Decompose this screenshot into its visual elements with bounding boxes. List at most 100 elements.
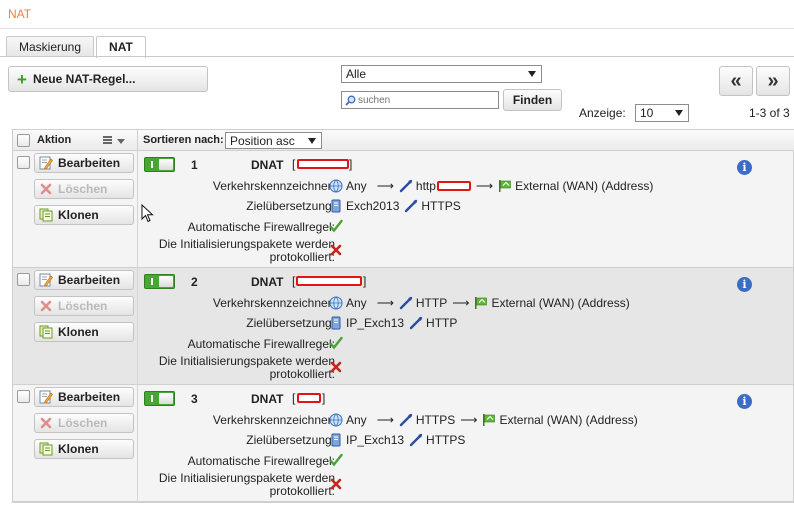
rule-type: DNAT bbox=[251, 158, 284, 172]
arrow-right-icon: ⟶ bbox=[452, 296, 470, 310]
plus-icon: + bbox=[17, 69, 27, 89]
info-icon[interactable]: i bbox=[737, 277, 752, 292]
previous-page-button[interactable]: « bbox=[719, 66, 753, 96]
flag-icon bbox=[499, 180, 511, 192]
target-value: IP_Exch13 HTTP bbox=[329, 315, 457, 331]
table-header: Aktion Sortieren nach: Position asc bbox=[13, 130, 794, 151]
flag-icon bbox=[475, 297, 488, 309]
edit-label: Bearbeiten bbox=[58, 390, 121, 404]
chevron-down-icon bbox=[528, 71, 536, 77]
traffic-label: Verkehrskennzeichner: bbox=[212, 413, 335, 427]
select-all-checkbox[interactable] bbox=[17, 134, 30, 147]
row-checkbox[interactable] bbox=[17, 390, 30, 403]
red-x-icon bbox=[330, 478, 342, 490]
info-icon[interactable]: i bbox=[737, 160, 752, 175]
globe-icon bbox=[329, 179, 343, 193]
flag-icon bbox=[483, 414, 496, 426]
table-row: Bearbeiten Löschen Klonen 3 DNAT [ ] Ver… bbox=[13, 385, 793, 502]
find-button[interactable]: Finden bbox=[503, 89, 562, 111]
target-host: Exch2013 bbox=[346, 199, 400, 213]
target-label: Zielübersetzung: bbox=[246, 316, 335, 330]
traffic-service: http bbox=[415, 179, 436, 193]
check-icon bbox=[329, 453, 343, 467]
target-host: IP_Exch13 bbox=[346, 316, 405, 330]
next-page-button[interactable]: » bbox=[756, 66, 790, 96]
row-checkbox[interactable] bbox=[17, 273, 30, 286]
new-nat-rule-button[interactable]: + Neue NAT-Regel... bbox=[8, 66, 208, 92]
page-size-label: Anzeige: bbox=[579, 106, 626, 120]
sort-label: Sortieren nach: bbox=[143, 134, 224, 146]
target-label: Zielübersetzung: bbox=[246, 433, 335, 447]
table-row: Bearbeiten Löschen Klonen 1 DNAT [ ] Ver… bbox=[13, 151, 793, 268]
info-icon[interactable]: i bbox=[737, 394, 752, 409]
traffic-service: HTTPS bbox=[415, 413, 456, 427]
arrow-right-icon: ⟶ bbox=[376, 179, 394, 193]
arrow-right-icon: ⟶ bbox=[460, 413, 478, 427]
redaction-mark bbox=[297, 393, 321, 403]
edit-button[interactable]: Bearbeiten bbox=[34, 387, 134, 407]
target-value: Exch2013 HTTPS bbox=[329, 198, 461, 214]
server-icon bbox=[331, 316, 341, 330]
chevron-down-icon bbox=[308, 137, 316, 144]
rule-type: DNAT bbox=[251, 275, 284, 289]
check-icon bbox=[329, 336, 343, 350]
title-divider bbox=[0, 28, 794, 29]
red-x-icon bbox=[330, 244, 342, 256]
row-checkbox[interactable] bbox=[17, 156, 30, 169]
pencil-icon bbox=[39, 273, 53, 287]
rule-number: 3 bbox=[191, 392, 198, 406]
target-value: IP_Exch13 HTTPS bbox=[329, 432, 465, 448]
rule-enabled-toggle[interactable] bbox=[144, 391, 175, 406]
page-title: NAT bbox=[8, 7, 32, 21]
pencil-icon bbox=[39, 156, 53, 170]
edit-label: Bearbeiten bbox=[58, 156, 121, 170]
clone-label: Klonen bbox=[58, 442, 99, 456]
redaction-mark bbox=[436, 181, 471, 191]
clone-label: Klonen bbox=[58, 208, 99, 222]
redaction-mark bbox=[296, 276, 362, 286]
rule-number: 2 bbox=[191, 275, 198, 289]
rule-enabled-toggle[interactable] bbox=[144, 157, 175, 172]
column-menu-icon[interactable] bbox=[103, 134, 127, 147]
delete-label: Löschen bbox=[58, 182, 108, 196]
tab-divider bbox=[0, 56, 794, 57]
plug-icon bbox=[399, 413, 413, 427]
plug-icon bbox=[405, 199, 418, 213]
table-row: Bearbeiten Löschen Klonen 2 DNAT [ ] Ver… bbox=[13, 268, 793, 385]
chevron-down-icon bbox=[675, 110, 683, 116]
x-icon bbox=[40, 183, 52, 195]
plug-icon bbox=[399, 296, 413, 310]
rule-enabled-toggle[interactable] bbox=[144, 274, 175, 289]
edit-label: Bearbeiten bbox=[58, 273, 121, 287]
traffic-value: Any ⟶ HTTP ⟶ External (WAN) (Address) bbox=[329, 295, 630, 311]
pencil-icon bbox=[39, 390, 53, 404]
search-field[interactable] bbox=[341, 91, 499, 109]
target-service: HTTPS bbox=[426, 433, 466, 447]
globe-icon bbox=[329, 413, 343, 427]
tab-maskierung[interactable]: Maskierung bbox=[6, 36, 95, 57]
traffic-source: Any bbox=[346, 296, 367, 310]
traffic-value: Any ⟶ HTTPS ⟶ External (WAN) (Address) bbox=[329, 412, 638, 428]
arrow-right-icon: ⟶ bbox=[475, 179, 494, 193]
x-icon bbox=[40, 417, 52, 429]
tab-bar: Maskierung NAT bbox=[6, 36, 148, 58]
sort-select[interactable]: Position asc bbox=[225, 132, 322, 149]
sort-select-value: Position asc bbox=[230, 133, 295, 148]
page-size-select[interactable]: 10 bbox=[635, 104, 689, 122]
check-icon bbox=[329, 219, 343, 233]
clone-label: Klonen bbox=[58, 325, 99, 339]
edit-button[interactable]: Bearbeiten bbox=[34, 153, 134, 173]
search-input[interactable] bbox=[358, 94, 493, 106]
x-icon bbox=[40, 300, 52, 312]
plug-icon bbox=[399, 179, 413, 193]
plug-icon bbox=[409, 316, 423, 330]
mouse-cursor-icon bbox=[141, 204, 154, 223]
target-label: Zielübersetzung: bbox=[246, 199, 335, 213]
tab-nat[interactable]: NAT bbox=[96, 36, 146, 58]
redaction-mark bbox=[297, 159, 349, 169]
copy-icon bbox=[39, 208, 53, 222]
edit-button[interactable]: Bearbeiten bbox=[34, 270, 134, 290]
log-label: Die Initialisierungspakete werden protok… bbox=[158, 471, 335, 498]
filter-select[interactable]: Alle bbox=[341, 65, 542, 83]
traffic-destination: External (WAN) (Address) bbox=[491, 296, 630, 310]
